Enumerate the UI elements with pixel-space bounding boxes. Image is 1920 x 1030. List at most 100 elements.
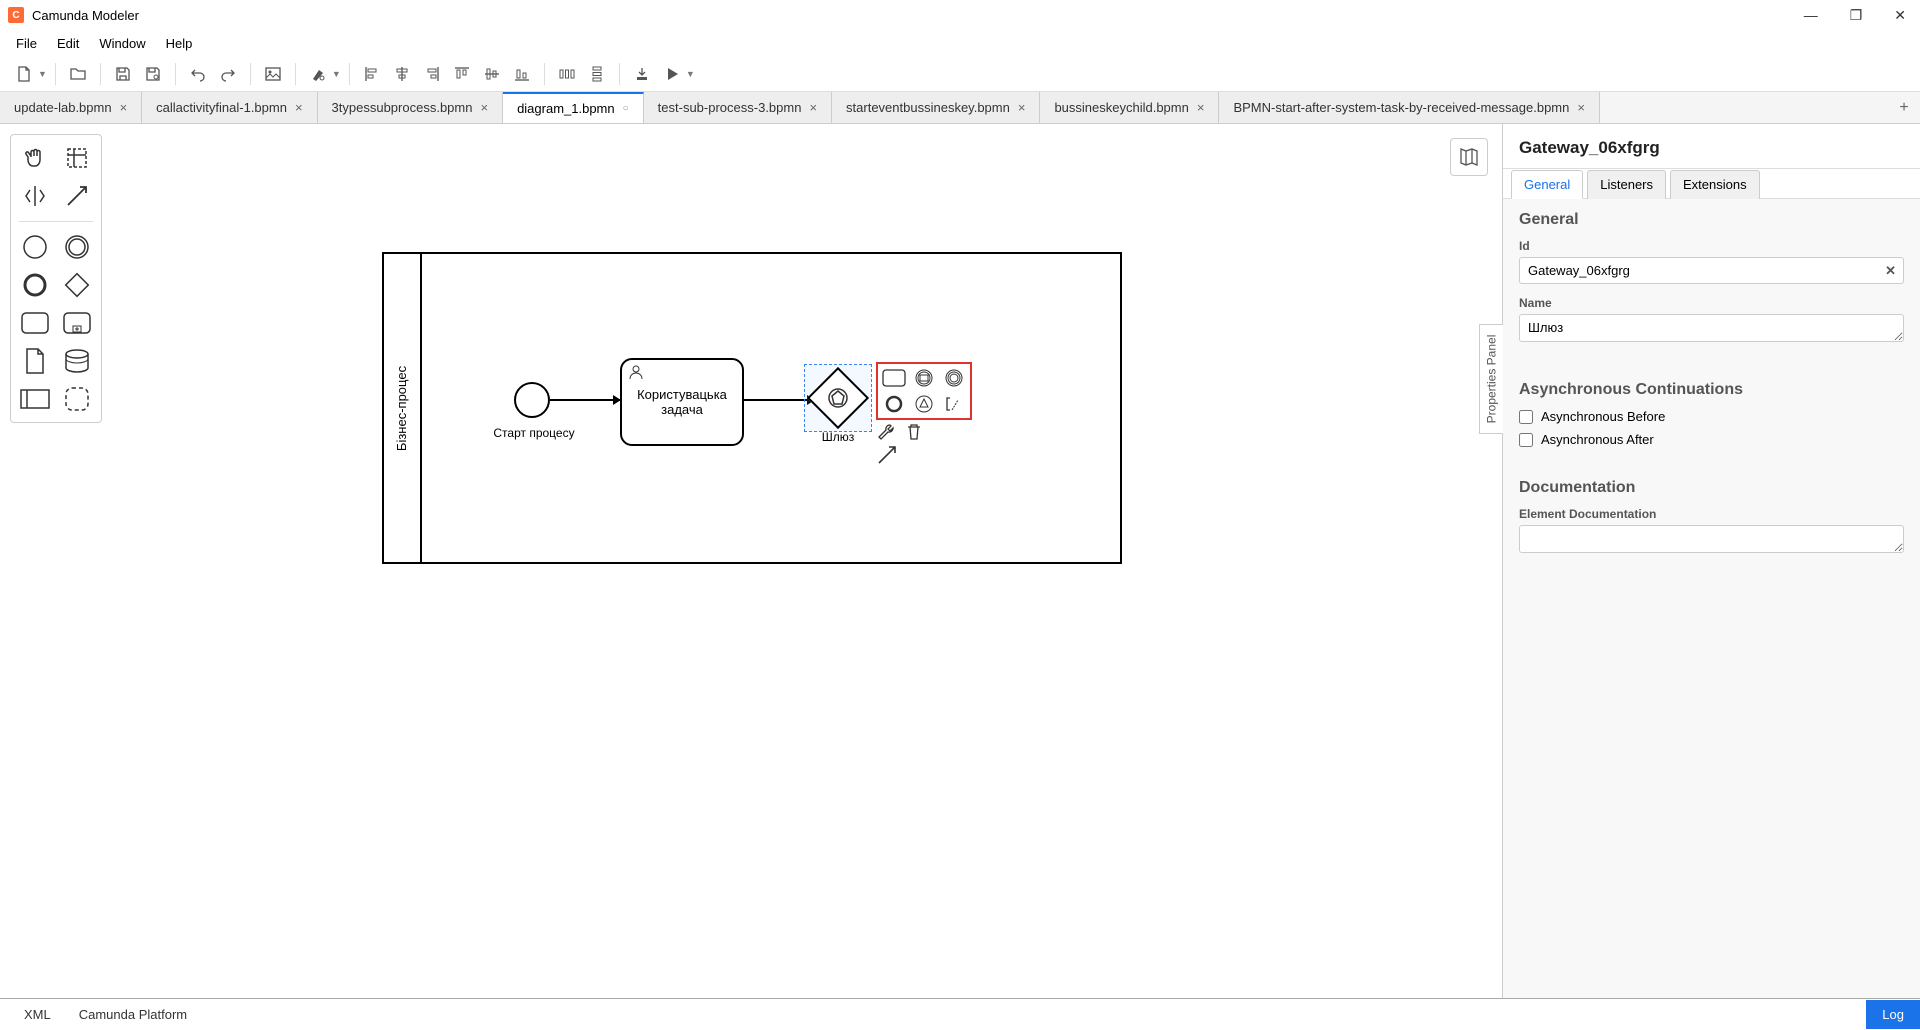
distribute-h-button[interactable] bbox=[553, 60, 581, 88]
deploy-button[interactable] bbox=[628, 60, 656, 88]
tab-close-icon[interactable]: × bbox=[809, 101, 817, 114]
run-dropdown-icon[interactable]: ▼ bbox=[686, 69, 695, 79]
log-button[interactable]: Log bbox=[1866, 1000, 1920, 1029]
group-icon[interactable] bbox=[62, 384, 92, 414]
subprocess-expanded-icon[interactable] bbox=[62, 308, 92, 338]
maximize-button[interactable]: ❐ bbox=[1844, 5, 1869, 26]
tab-3typessubprocess[interactable]: 3typessubprocess.bpmn × bbox=[318, 92, 504, 123]
participant-icon[interactable] bbox=[20, 384, 50, 414]
tab-starteventbussineskey[interactable]: starteventbussineskey.bpmn× bbox=[832, 92, 1040, 123]
properties-tab-extensions[interactable]: Extensions bbox=[1670, 170, 1760, 199]
tab-close-icon[interactable]: × bbox=[295, 101, 303, 114]
user-icon bbox=[628, 364, 644, 380]
menu-edit[interactable]: Edit bbox=[47, 32, 89, 55]
open-button[interactable] bbox=[64, 60, 92, 88]
canvas[interactable]: Properties Panel Бізнес-процес Старт про… bbox=[112, 124, 1502, 998]
async-before-checkbox[interactable] bbox=[1519, 410, 1533, 424]
section-heading: Documentation bbox=[1519, 479, 1904, 497]
tab-close-icon[interactable]: × bbox=[1018, 101, 1026, 114]
async-after-checkbox[interactable] bbox=[1519, 433, 1533, 447]
align-middle-v-button[interactable] bbox=[478, 60, 506, 88]
start-event[interactable] bbox=[514, 382, 550, 418]
align-right-button[interactable] bbox=[418, 60, 446, 88]
tab-add-button[interactable]: + bbox=[1888, 92, 1920, 123]
footer-tab-camunda-platform[interactable]: Camunda Platform bbox=[65, 1001, 201, 1028]
tab-diagram-1[interactable]: diagram_1.bpmn○ bbox=[503, 92, 644, 123]
context-pad-actions bbox=[876, 422, 924, 442]
append-end-event-icon[interactable] bbox=[881, 393, 908, 416]
redo-button[interactable] bbox=[214, 60, 242, 88]
append-signal-event-icon[interactable] bbox=[911, 393, 938, 416]
connect-icon[interactable] bbox=[876, 444, 898, 469]
data-object-icon[interactable] bbox=[20, 346, 50, 376]
trash-icon[interactable] bbox=[904, 422, 924, 442]
pool-header[interactable]: Бізнес-процес bbox=[384, 254, 422, 562]
tab-close-icon[interactable]: × bbox=[1577, 101, 1585, 114]
append-timer-event-icon[interactable] bbox=[940, 367, 967, 390]
clear-id-icon[interactable]: ✕ bbox=[1885, 263, 1896, 279]
user-task[interactable]: Користувацька задача bbox=[620, 358, 744, 446]
new-file-dropdown-icon[interactable]: ▼ bbox=[38, 69, 47, 79]
tab-label: 3typessubprocess.bpmn bbox=[332, 100, 473, 115]
end-event-icon[interactable] bbox=[20, 270, 50, 300]
start-event-icon[interactable] bbox=[20, 232, 50, 262]
menu-window[interactable]: Window bbox=[89, 32, 155, 55]
color-dropdown-icon[interactable]: ▼ bbox=[332, 69, 341, 79]
properties-panel: Gateway_06xfgrg General Listeners Extens… bbox=[1502, 124, 1920, 998]
properties-tab-listeners[interactable]: Listeners bbox=[1587, 170, 1666, 199]
menu-file[interactable]: File bbox=[6, 32, 47, 55]
minimap-toggle-button[interactable] bbox=[1450, 138, 1488, 176]
task-icon[interactable] bbox=[20, 308, 50, 338]
align-top-button[interactable] bbox=[448, 60, 476, 88]
tab-close-icon[interactable]: × bbox=[480, 101, 488, 114]
tab-test-sub-process-3[interactable]: test-sub-process-3.bpmn × bbox=[644, 92, 832, 123]
lane-body[interactable]: Старт процесу Користувацька задача Шлюз bbox=[422, 254, 1120, 562]
tab-label: update-lab.bpmn bbox=[14, 100, 112, 115]
lasso-tool-icon[interactable] bbox=[62, 143, 92, 173]
hand-tool-icon[interactable] bbox=[20, 143, 50, 173]
export-image-button[interactable] bbox=[259, 60, 287, 88]
footer-tab-xml[interactable]: XML bbox=[10, 1001, 65, 1028]
undo-button[interactable] bbox=[184, 60, 212, 88]
field-name: Name Шлюз bbox=[1519, 296, 1904, 345]
properties-tab-general[interactable]: General bbox=[1511, 170, 1583, 199]
save-as-button[interactable] bbox=[139, 60, 167, 88]
distribute-v-button[interactable] bbox=[583, 60, 611, 88]
pool[interactable]: Бізнес-процес Старт процесу Користувацьк… bbox=[382, 252, 1122, 564]
minimize-button[interactable]: — bbox=[1798, 5, 1824, 26]
name-input[interactable]: Шлюз bbox=[1519, 314, 1904, 342]
documentation-input[interactable] bbox=[1519, 525, 1904, 553]
menubar: File Edit Window Help bbox=[0, 30, 1920, 56]
align-left-button[interactable] bbox=[358, 60, 386, 88]
save-button[interactable] bbox=[109, 60, 137, 88]
tab-label: BPMN-start-after-system-task-by-received… bbox=[1233, 100, 1569, 115]
align-bottom-button[interactable] bbox=[508, 60, 536, 88]
gateway-icon[interactable] bbox=[62, 270, 92, 300]
tab-bussineskeychild[interactable]: bussineskeychild.bpmn× bbox=[1040, 92, 1219, 123]
global-connect-icon[interactable] bbox=[62, 181, 92, 211]
intermediate-event-icon[interactable] bbox=[62, 232, 92, 262]
user-task-label: Користувацька задача bbox=[628, 387, 736, 417]
new-file-button[interactable] bbox=[10, 60, 38, 88]
id-input[interactable] bbox=[1519, 257, 1904, 284]
tab-close-icon[interactable]: × bbox=[1197, 101, 1205, 114]
properties-panel-toggle[interactable]: Properties Panel bbox=[1479, 324, 1503, 434]
append-task-icon[interactable] bbox=[881, 367, 908, 390]
tab-close-icon[interactable]: × bbox=[120, 101, 128, 114]
wrench-icon[interactable] bbox=[876, 422, 896, 442]
tab-callactivityfinal[interactable]: callactivityfinal-1.bpmn× bbox=[142, 92, 317, 123]
menu-help[interactable]: Help bbox=[156, 32, 203, 55]
append-message-event-icon[interactable] bbox=[911, 367, 938, 390]
annotation-icon[interactable] bbox=[940, 393, 967, 416]
space-tool-icon[interactable] bbox=[20, 181, 50, 211]
sequence-flow-1[interactable] bbox=[550, 399, 620, 401]
align-center-h-button[interactable] bbox=[388, 60, 416, 88]
data-store-icon[interactable] bbox=[62, 346, 92, 376]
tab-bpmn-start-after-system-task[interactable]: BPMN-start-after-system-task-by-received… bbox=[1219, 92, 1600, 123]
close-button[interactable]: ✕ bbox=[1888, 5, 1912, 26]
tab-label: test-sub-process-3.bpmn bbox=[658, 100, 802, 115]
palette bbox=[10, 134, 102, 423]
color-button[interactable] bbox=[304, 60, 332, 88]
run-button[interactable] bbox=[658, 60, 686, 88]
tab-update-lab[interactable]: update-lab.bpmn × bbox=[0, 92, 142, 123]
